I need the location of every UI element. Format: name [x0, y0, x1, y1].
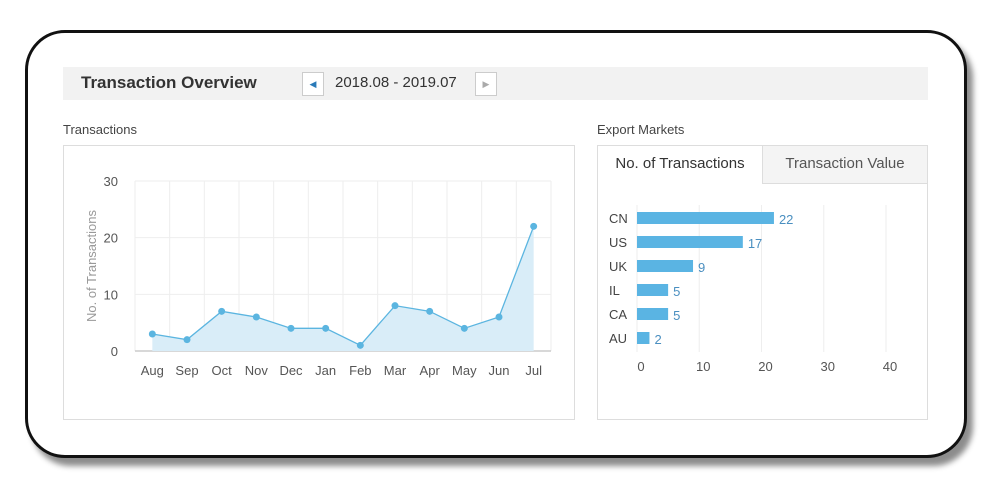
data-label: 2	[654, 332, 661, 347]
bar	[637, 308, 669, 320]
x-tick-label: 30	[821, 359, 835, 374]
x-tick-label: 0	[637, 359, 644, 374]
data-label: 5	[673, 284, 680, 299]
category-label: AU	[609, 331, 627, 346]
export-markets-chart: 0 10 20 30 40 CN 22 US 17 UK 9 IL 5 CA 5 AU 2	[609, 205, 897, 374]
bar	[637, 236, 743, 248]
category-label: US	[609, 235, 627, 250]
data-label: 22	[779, 212, 793, 227]
bar	[637, 260, 694, 272]
category-label: IL	[609, 283, 620, 298]
category-label: CA	[609, 307, 627, 322]
data-label: 9	[698, 260, 705, 275]
category-label: CN	[609, 211, 628, 226]
data-label: 5	[673, 308, 680, 323]
bar	[637, 212, 774, 224]
bar	[637, 332, 650, 344]
bar	[637, 284, 669, 296]
x-tick-label: 40	[883, 359, 897, 374]
data-label: 17	[748, 236, 762, 251]
x-tick-label: 20	[758, 359, 772, 374]
category-label: UK	[609, 259, 627, 274]
x-tick-label: 10	[696, 359, 710, 374]
